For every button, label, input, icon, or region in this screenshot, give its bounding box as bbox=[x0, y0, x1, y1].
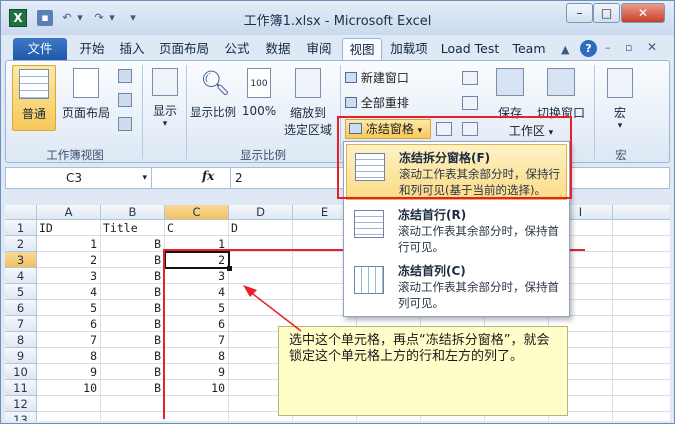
excel-window: X ▪ ↶ ▾ ↷ ▾ ▾ 工作簿1.xlsx - Microsoft Exce… bbox=[0, 0, 675, 424]
callout-arrow bbox=[243, 285, 302, 332]
arrow-line bbox=[248, 290, 302, 332]
